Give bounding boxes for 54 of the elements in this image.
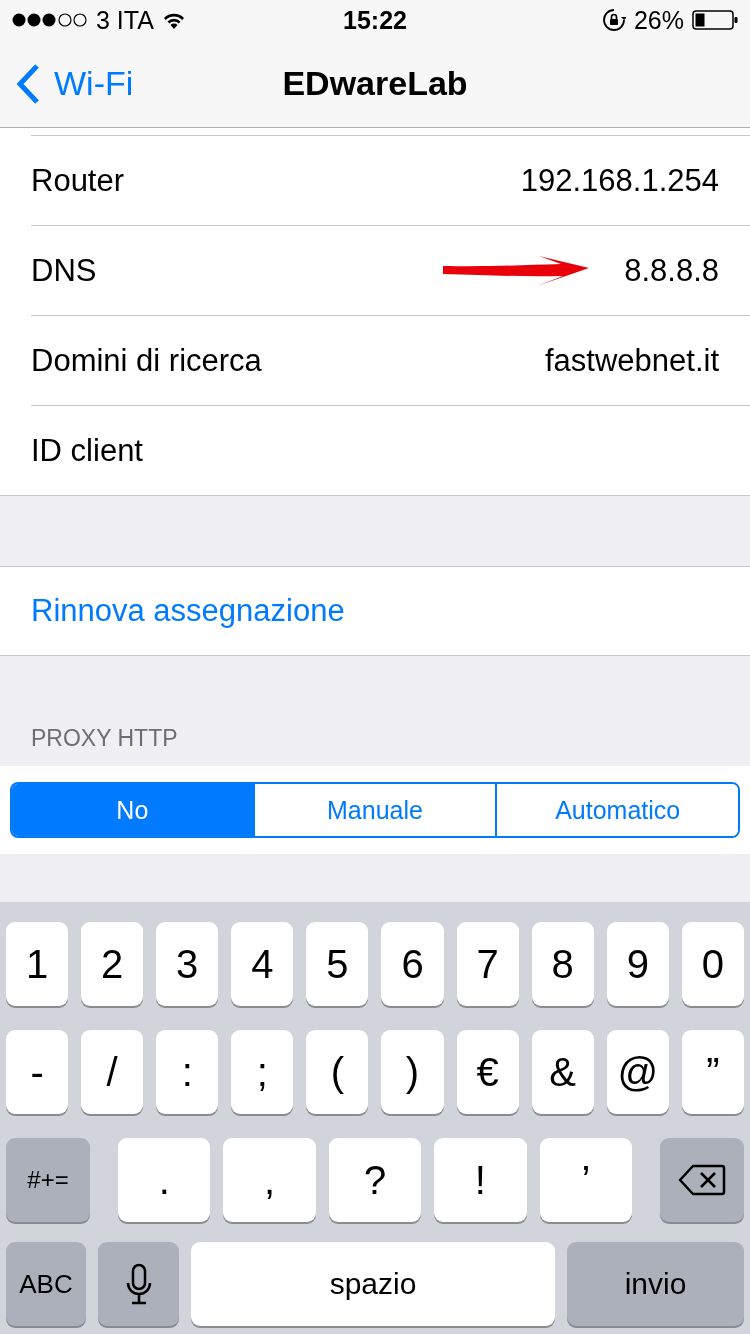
keyboard-key[interactable]: 9 [606,922,669,1006]
keyboard-key[interactable]: / [81,1030,144,1114]
wifi-icon [161,11,186,29]
keyboard-key[interactable]: . [118,1138,211,1222]
keyboard-key[interactable]: 4 [231,922,294,1006]
row-value: 8.8.8.8 [624,252,719,289]
rotation-lock-icon [601,8,626,32]
battery-percent: 26% [633,5,684,35]
row-value: fastwebnet.it [544,342,719,379]
return-key[interactable]: invio [567,1242,744,1326]
keyboard-key[interactable]: ” [681,1030,744,1114]
keyboard-key[interactable]: : [156,1030,219,1114]
keyboard-key[interactable]: 7 [456,922,519,1006]
renew-lease-link[interactable]: Rinnova assegnazione [31,593,345,629]
row-label: ID client [31,432,143,469]
clock-time: 15:22 [343,5,407,35]
keyboard-key[interactable]: , [223,1138,316,1222]
backspace-icon [678,1164,726,1196]
row-value: 192.168.1.254 [520,162,719,199]
keyboard-key[interactable]: ’ [539,1138,633,1222]
keyboard-key[interactable]: 3 [156,922,219,1006]
chevron-left-icon [16,62,40,105]
keyboard-key[interactable]: ; [231,1030,294,1114]
section-header: PROXY HTTP [30,724,179,753]
screen-title: EDwareLab [282,64,468,103]
keyboard-key[interactable]: @ [606,1030,669,1114]
mode-key[interactable]: ABC [6,1242,86,1326]
carrier-name: 3 ITA [96,5,154,35]
row-label: DNS [31,252,97,289]
keyboard-key[interactable]: & [531,1030,594,1114]
keyboard-key[interactable]: 0 [681,922,744,1006]
back-button[interactable]: Wi-Fi [0,62,134,105]
segment-tab[interactable]: No [12,784,253,836]
keyboard-key[interactable]: 6 [381,922,444,1006]
keyboard-key[interactable]: ( [306,1030,369,1114]
signal-icon [12,12,88,28]
keyboard-key[interactable]: € [456,1030,519,1114]
keyboard-key[interactable]: 8 [531,922,594,1006]
keyboard-key[interactable]: 5 [306,922,369,1006]
keyboard-key[interactable]: ? [328,1138,422,1222]
microphone-icon [125,1263,152,1305]
segment-tab[interactable]: Automatico [495,784,738,836]
keyboard-key[interactable]: - [6,1030,69,1114]
mode-key[interactable]: #+= [6,1138,90,1222]
keyboard-key[interactable]: 2 [81,922,144,1006]
dictation-key[interactable] [98,1242,179,1326]
row-label: Router [31,162,125,199]
keyboard-key[interactable]: ) [381,1030,444,1114]
battery-icon [692,10,738,30]
space-key[interactable]: spazio [191,1242,555,1326]
keyboard-key[interactable]: ! [434,1138,527,1222]
delete-key[interactable] [660,1138,744,1222]
keyboard-key[interactable]: 1 [6,922,69,1006]
row-label: Domini di ricerca [31,342,262,379]
